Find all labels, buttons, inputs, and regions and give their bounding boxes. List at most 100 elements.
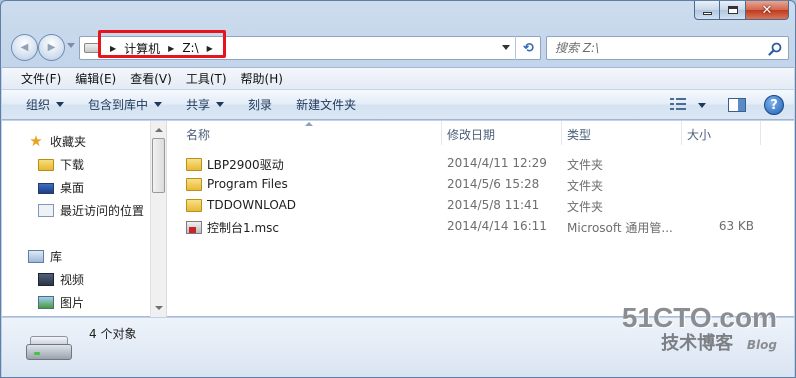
preview-pane-icon[interactable] [728,98,746,112]
minimize-icon [702,11,712,15]
maximize-button[interactable] [720,1,746,20]
include-in-library-label: 包含到库中 [88,98,149,112]
share-button[interactable]: 共享 [176,96,234,113]
scroll-thumb[interactable] [152,138,165,193]
sidebar-item-label: 下载 [60,157,85,172]
navigation-bar: ◀ ▶ ▶ 计算机 ▶ Z:\ ▶ ⟲ [1,31,795,63]
search-icon[interactable] [768,42,782,56]
msc-file-icon [186,221,202,234]
column-divider[interactable] [441,121,442,145]
burn-label: 刻录 [248,98,273,112]
file-type: 文件夹 [567,158,604,172]
desktop-icon [38,182,54,194]
menu-view[interactable]: 查看(V) [123,70,179,87]
close-button[interactable]: ✕ [746,1,789,20]
burn-button[interactable]: 刻录 [238,96,282,113]
sidebar-item-favorites[interactable]: ★ 收藏夹 [28,131,86,151]
library-icon [28,250,44,263]
sidebar-item-label: 桌面 [60,180,85,195]
breadcrumb-separator-icon[interactable]: ▶ [104,44,122,53]
file-date: 2014/4/11 12:29 [447,156,547,170]
file-size: 63 KB [718,219,754,233]
file-name-cell: LBP2900驱动 [186,156,284,173]
forward-button[interactable]: ▶ [38,34,65,61]
help-button[interactable]: ? [764,95,784,115]
watermark-sub-text: 技术博客 [661,333,734,354]
column-divider[interactable] [681,121,682,145]
file-type: 文件夹 [567,179,604,193]
view-options-dropdown[interactable] [698,102,706,108]
column-header-type[interactable]: 类型 [567,126,591,143]
recent-pages-dropdown[interactable] [67,43,75,48]
refresh-icon: ⟲ [523,40,534,56]
chevron-down-icon [698,102,706,108]
breadcrumb-drive-z[interactable]: Z:\ [180,39,200,57]
folder-icon [186,177,202,191]
search-input[interactable] [555,41,755,55]
column-headers: 名称 修改日期 类型 大小 [168,121,762,145]
sidebar-item-label: 最近访问的位置 [60,203,145,218]
table-row[interactable]: TDDOWNLOAD 2014/5/8 11:41 文件夹 [168,195,762,216]
search-box [546,36,789,60]
new-folder-label: 新建文件夹 [296,98,357,112]
sidebar-item-downloads[interactable]: 下载 [38,154,84,174]
explorer-window: ✕ ◀ ▶ ▶ 计算机 ▶ Z:\ ▶ ⟲ 搜索 Z:\ 文件(F) 编辑(E)… [0,0,796,378]
column-divider[interactable] [760,121,761,145]
sidebar-item-desktop[interactable]: 桌面 [38,177,84,197]
organize-label: 组织 [26,98,51,112]
item-count: 4 个对象 [89,327,137,341]
breadcrumb-computer[interactable]: 计算机 [122,38,162,59]
column-header-date[interactable]: 修改日期 [447,126,495,143]
sidebar-item-libraries[interactable]: 库 [28,246,62,266]
sidebar-item-label: 库 [50,249,63,264]
scroll-down-icon[interactable] [155,306,163,310]
file-name: LBP2900驱动 [207,158,284,172]
menu-tools[interactable]: 工具(T) [179,70,234,87]
table-row[interactable]: LBP2900驱动 2014/4/11 12:29 文件夹 [168,153,762,174]
breadcrumb-separator-icon[interactable]: ▶ [201,44,219,53]
menu-bar: 文件(F) 编辑(E) 查看(V) 工具(T) 帮助(H) [2,67,794,89]
watermark-subtitle: 技术博客 Blog [622,333,777,355]
organize-button[interactable]: 组织 [16,96,74,113]
sidebar-item-recent-places[interactable]: 最近访问的位置 [38,200,144,220]
table-row[interactable]: Program Files 2014/5/6 15:28 文件夹 [168,174,762,195]
file-type: 文件夹 [567,200,604,214]
include-in-library-button[interactable]: 包含到库中 [78,96,172,113]
sidebar-item-pictures[interactable]: 图片 [38,292,84,312]
new-folder-button[interactable]: 新建文件夹 [286,96,366,113]
content-area: ★ 收藏夹 下载 桌面 最近访问的位置 库 视频 图片 名称 修改日期 类型 大… [2,121,794,317]
table-row[interactable]: 控制台1.msc 2014/4/14 16:11 Microsoft 通用管..… [168,216,762,237]
back-button[interactable]: ◀ [11,34,38,61]
breadcrumb-separator-icon[interactable]: ▶ [162,44,180,53]
navigation-scrollbar[interactable] [150,121,167,317]
address-bar[interactable]: ▶ 计算机 ▶ Z:\ ▶ ⟲ [79,36,541,60]
recent-places-icon [38,204,54,217]
sidebar-item-label: 收藏夹 [50,134,87,149]
menu-edit[interactable]: 编辑(E) [68,70,123,87]
chevron-down-icon [216,102,225,107]
menu-help[interactable]: 帮助(H) [234,70,290,87]
address-history-dropdown[interactable] [502,45,510,50]
close-icon: ✕ [761,2,773,18]
file-type: Microsoft 通用管... [567,221,673,235]
file-name: TDDOWNLOAD [207,198,297,212]
file-list: 名称 修改日期 类型 大小 LBP2900驱动 2014/4/11 12:29 … [168,121,762,317]
chevron-down-icon [56,102,65,107]
watermark-blog-text: Blog [746,338,777,352]
column-header-size[interactable]: 大小 [687,126,711,143]
change-view-icon[interactable] [670,98,688,112]
watermark: 51CTO.com 技术博客 Blog [622,303,777,355]
file-name-cell: 控制台1.msc [186,219,279,236]
navigation-pane: ★ 收藏夹 下载 桌面 最近访问的位置 库 视频 图片 [2,121,150,317]
sidebar-item-videos[interactable]: 视频 [38,269,84,289]
scroll-up-icon[interactable] [155,128,163,132]
minimize-button[interactable] [694,1,720,20]
sort-ascending-icon [305,122,313,126]
column-divider[interactable] [561,121,562,145]
column-header-name[interactable]: 名称 [186,126,210,143]
maximize-icon [727,6,738,14]
menu-file[interactable]: 文件(F) [14,70,68,87]
refresh-button[interactable]: ⟲ [515,36,541,60]
chevron-down-icon [154,102,163,107]
sidebar-item-label: 图片 [60,295,85,310]
